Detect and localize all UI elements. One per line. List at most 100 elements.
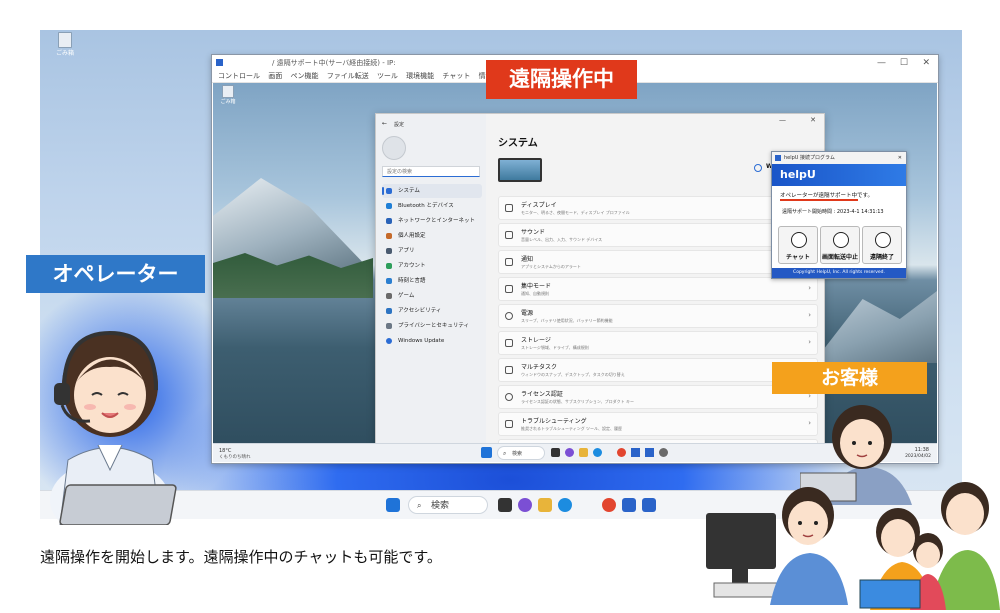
- menu-item[interactable]: チャット: [442, 72, 470, 80]
- shield-icon: [386, 323, 392, 329]
- sidebar-item-bluetooth[interactable]: Bluetooth とデバイス: [382, 199, 482, 213]
- storage-icon: [505, 339, 513, 347]
- sidebar-item-label: ゲーム: [398, 293, 415, 299]
- helpu-taskbar-icon[interactable]: [645, 448, 654, 457]
- settings-row-storage[interactable]: ストレージ ストレージ領域、ドライブ、構成規則 ›: [498, 331, 818, 355]
- file-explorer-icon[interactable]: [579, 448, 588, 457]
- settings-row-sound[interactable]: サウンド音量レベル、出力、入力、サウンド デバイス›: [498, 223, 818, 247]
- menu-item[interactable]: ペン機能: [290, 72, 318, 80]
- edge-browser-icon[interactable]: [558, 498, 572, 512]
- sidebar-item-time-language[interactable]: 時刻と言語: [382, 274, 482, 288]
- maximize-button[interactable]: ☐: [900, 55, 908, 71]
- inner-recycle-bin-shortcut[interactable]: ごみ箱: [217, 85, 239, 105]
- pause-transfer-button[interactable]: 画面転送中止: [820, 226, 860, 264]
- menu-item[interactable]: 画面: [268, 72, 282, 80]
- helpu-taskbar-icon[interactable]: [642, 498, 656, 512]
- selected-indicator: [382, 187, 384, 195]
- file-explorer-icon[interactable]: [538, 498, 552, 512]
- recycle-bin-icon: [222, 85, 234, 98]
- helpu-close-button[interactable]: ✕: [898, 152, 902, 164]
- row-subtitle: モニター、明るさ、夜間モード、ディスプレイ プロファイル: [521, 210, 630, 215]
- row-subtitle: ライセンス認証の状態、サブスクリプション、プロダクト キー: [521, 399, 634, 404]
- minimize-button[interactable]: —: [877, 55, 886, 71]
- settings-row-activation[interactable]: ライセンス認証 ライセンス認証の状態、サブスクリプション、プロダクト キー ›: [498, 385, 818, 409]
- helpu-app-icon: [775, 155, 781, 161]
- start-icon[interactable]: [386, 498, 400, 512]
- row-title: 通知: [521, 256, 534, 263]
- row-subtitle: ストレージ領域、ドライブ、構成規則: [521, 345, 589, 350]
- sidebar-item-gaming[interactable]: ゲーム: [382, 289, 482, 303]
- settings-row-display[interactable]: ディスプレイモニター、明るさ、夜間モード、ディスプレイ プロファイル›: [498, 196, 818, 220]
- helpu-header: helpU: [772, 164, 906, 186]
- end-remote-button[interactable]: 遠隔終了: [862, 226, 902, 264]
- remote-search-label: 検索: [512, 451, 523, 457]
- settings-gear-icon[interactable]: [659, 448, 668, 457]
- apps-icon: [386, 248, 392, 254]
- row-subtitle: アプリとシステムからのアラート: [521, 264, 581, 269]
- chrome-icon[interactable]: [602, 498, 616, 512]
- recycle-bin-shortcut[interactable]: ごみ箱: [54, 32, 76, 57]
- mountain-graphic: [813, 291, 937, 363]
- menu-item[interactable]: ファイル転送: [327, 72, 369, 80]
- helpu-start-time: 遠隔サポート開始時間 : 2023-4-1 14:31:13: [782, 209, 884, 215]
- start-icon[interactable]: [481, 447, 492, 458]
- row-subtitle: 推奨されるトラブルシューティング ツール、設定、履歴: [521, 426, 623, 431]
- back-button[interactable]: ←: [382, 120, 387, 127]
- settings-row-notifications[interactable]: 通知アプリとシステムからのアラート›: [498, 250, 818, 274]
- settings-app-label: 設定: [394, 122, 405, 128]
- task-view-icon[interactable]: [551, 448, 560, 457]
- row-subtitle: スリープ、バッテリ使用状況、バッテリー節約機能: [521, 318, 613, 323]
- outer-search-label: 検索: [431, 501, 450, 511]
- task-view-icon[interactable]: [498, 498, 512, 512]
- sidebar-item-network[interactable]: ネットワークとインターネット: [382, 214, 482, 228]
- recycle-bin-icon: [58, 32, 72, 48]
- row-title: ストレージ: [521, 337, 551, 344]
- sidebar-item-label: Bluetooth とデバイス: [398, 203, 454, 209]
- sidebar-item-privacy[interactable]: プライバシーとセキュリティ: [382, 319, 482, 333]
- remote-search-box[interactable]: ⌕ 検索: [497, 446, 545, 460]
- sidebar-item-system[interactable]: システム: [382, 184, 482, 198]
- multitask-icon: [505, 366, 513, 374]
- brush-icon: [386, 233, 392, 239]
- chat-app-icon[interactable]: [518, 498, 532, 512]
- settings-row-focus[interactable]: 集中モード 通知、自動規則 ›: [498, 277, 818, 301]
- operator-banner: オペレーター: [26, 255, 205, 293]
- network-icon: [386, 218, 392, 224]
- wrench-icon: [505, 420, 513, 428]
- chat-button[interactable]: チャット: [778, 226, 818, 264]
- gamepad-icon: [386, 293, 392, 299]
- settings-row-power[interactable]: 電源 スリープ、バッテリ使用状況、バッテリー節約機能 ›: [498, 304, 818, 328]
- user-avatar-icon[interactable]: [382, 136, 406, 160]
- close-button[interactable]: ✕: [922, 55, 930, 71]
- remote-window-title: / 遠隔サポート中(サーバ経由接続) - IP:: [272, 59, 396, 67]
- settings-row-troubleshoot[interactable]: トラブルシューティング 推奨されるトラブルシューティング ツール、設定、履歴 ›: [498, 412, 818, 436]
- helpu-window: helpU 接続プログラム ✕ helpU オペレーターが遠隔サポート中です。 …: [771, 151, 907, 279]
- monitor-icon: [505, 204, 513, 212]
- outer-search-box[interactable]: ⌕ 検索: [408, 496, 488, 514]
- pause-transfer-label: 画面転送中止: [821, 254, 858, 261]
- sidebar-item-label: 時刻と言語: [398, 278, 426, 284]
- chat-app-icon[interactable]: [565, 448, 574, 457]
- accessibility-icon: [386, 308, 392, 314]
- sidebar-item-personalization[interactable]: 個人用設定: [382, 229, 482, 243]
- sidebar-item-accessibility[interactable]: アクセシビリティ: [382, 304, 482, 318]
- menu-item[interactable]: 環境機能: [406, 72, 434, 80]
- menu-item[interactable]: ツール: [377, 72, 398, 80]
- settings-close-button[interactable]: ✕: [810, 116, 816, 124]
- search-icon: ⌕: [417, 501, 422, 510]
- row-title: トラブルシューティング: [521, 418, 587, 425]
- sidebar-item-windows-update[interactable]: Windows Update: [382, 334, 482, 348]
- status-underline: [780, 199, 858, 201]
- chrome-icon[interactable]: [617, 448, 626, 457]
- settings-minimize-button[interactable]: —: [779, 116, 786, 124]
- settings-row-multitasking[interactable]: マルチタスクウィンドウのスナップ、デスクトップ、タスクの切り替え›: [498, 358, 818, 382]
- sidebar-item-accounts[interactable]: アカウント: [382, 259, 482, 273]
- menu-item[interactable]: コントロール: [218, 72, 260, 80]
- chevron-right-icon: ›: [808, 311, 811, 319]
- edge-browser-icon[interactable]: [593, 448, 602, 457]
- row-subtitle: 音量レベル、出力、入力、サウンド デバイス: [521, 237, 603, 242]
- sidebar-item-apps[interactable]: アプリ: [382, 244, 482, 258]
- settings-search-input[interactable]: 設定の検索: [382, 166, 480, 177]
- helpu-taskbar-icon[interactable]: [631, 448, 640, 457]
- helpu-taskbar-icon[interactable]: [622, 498, 636, 512]
